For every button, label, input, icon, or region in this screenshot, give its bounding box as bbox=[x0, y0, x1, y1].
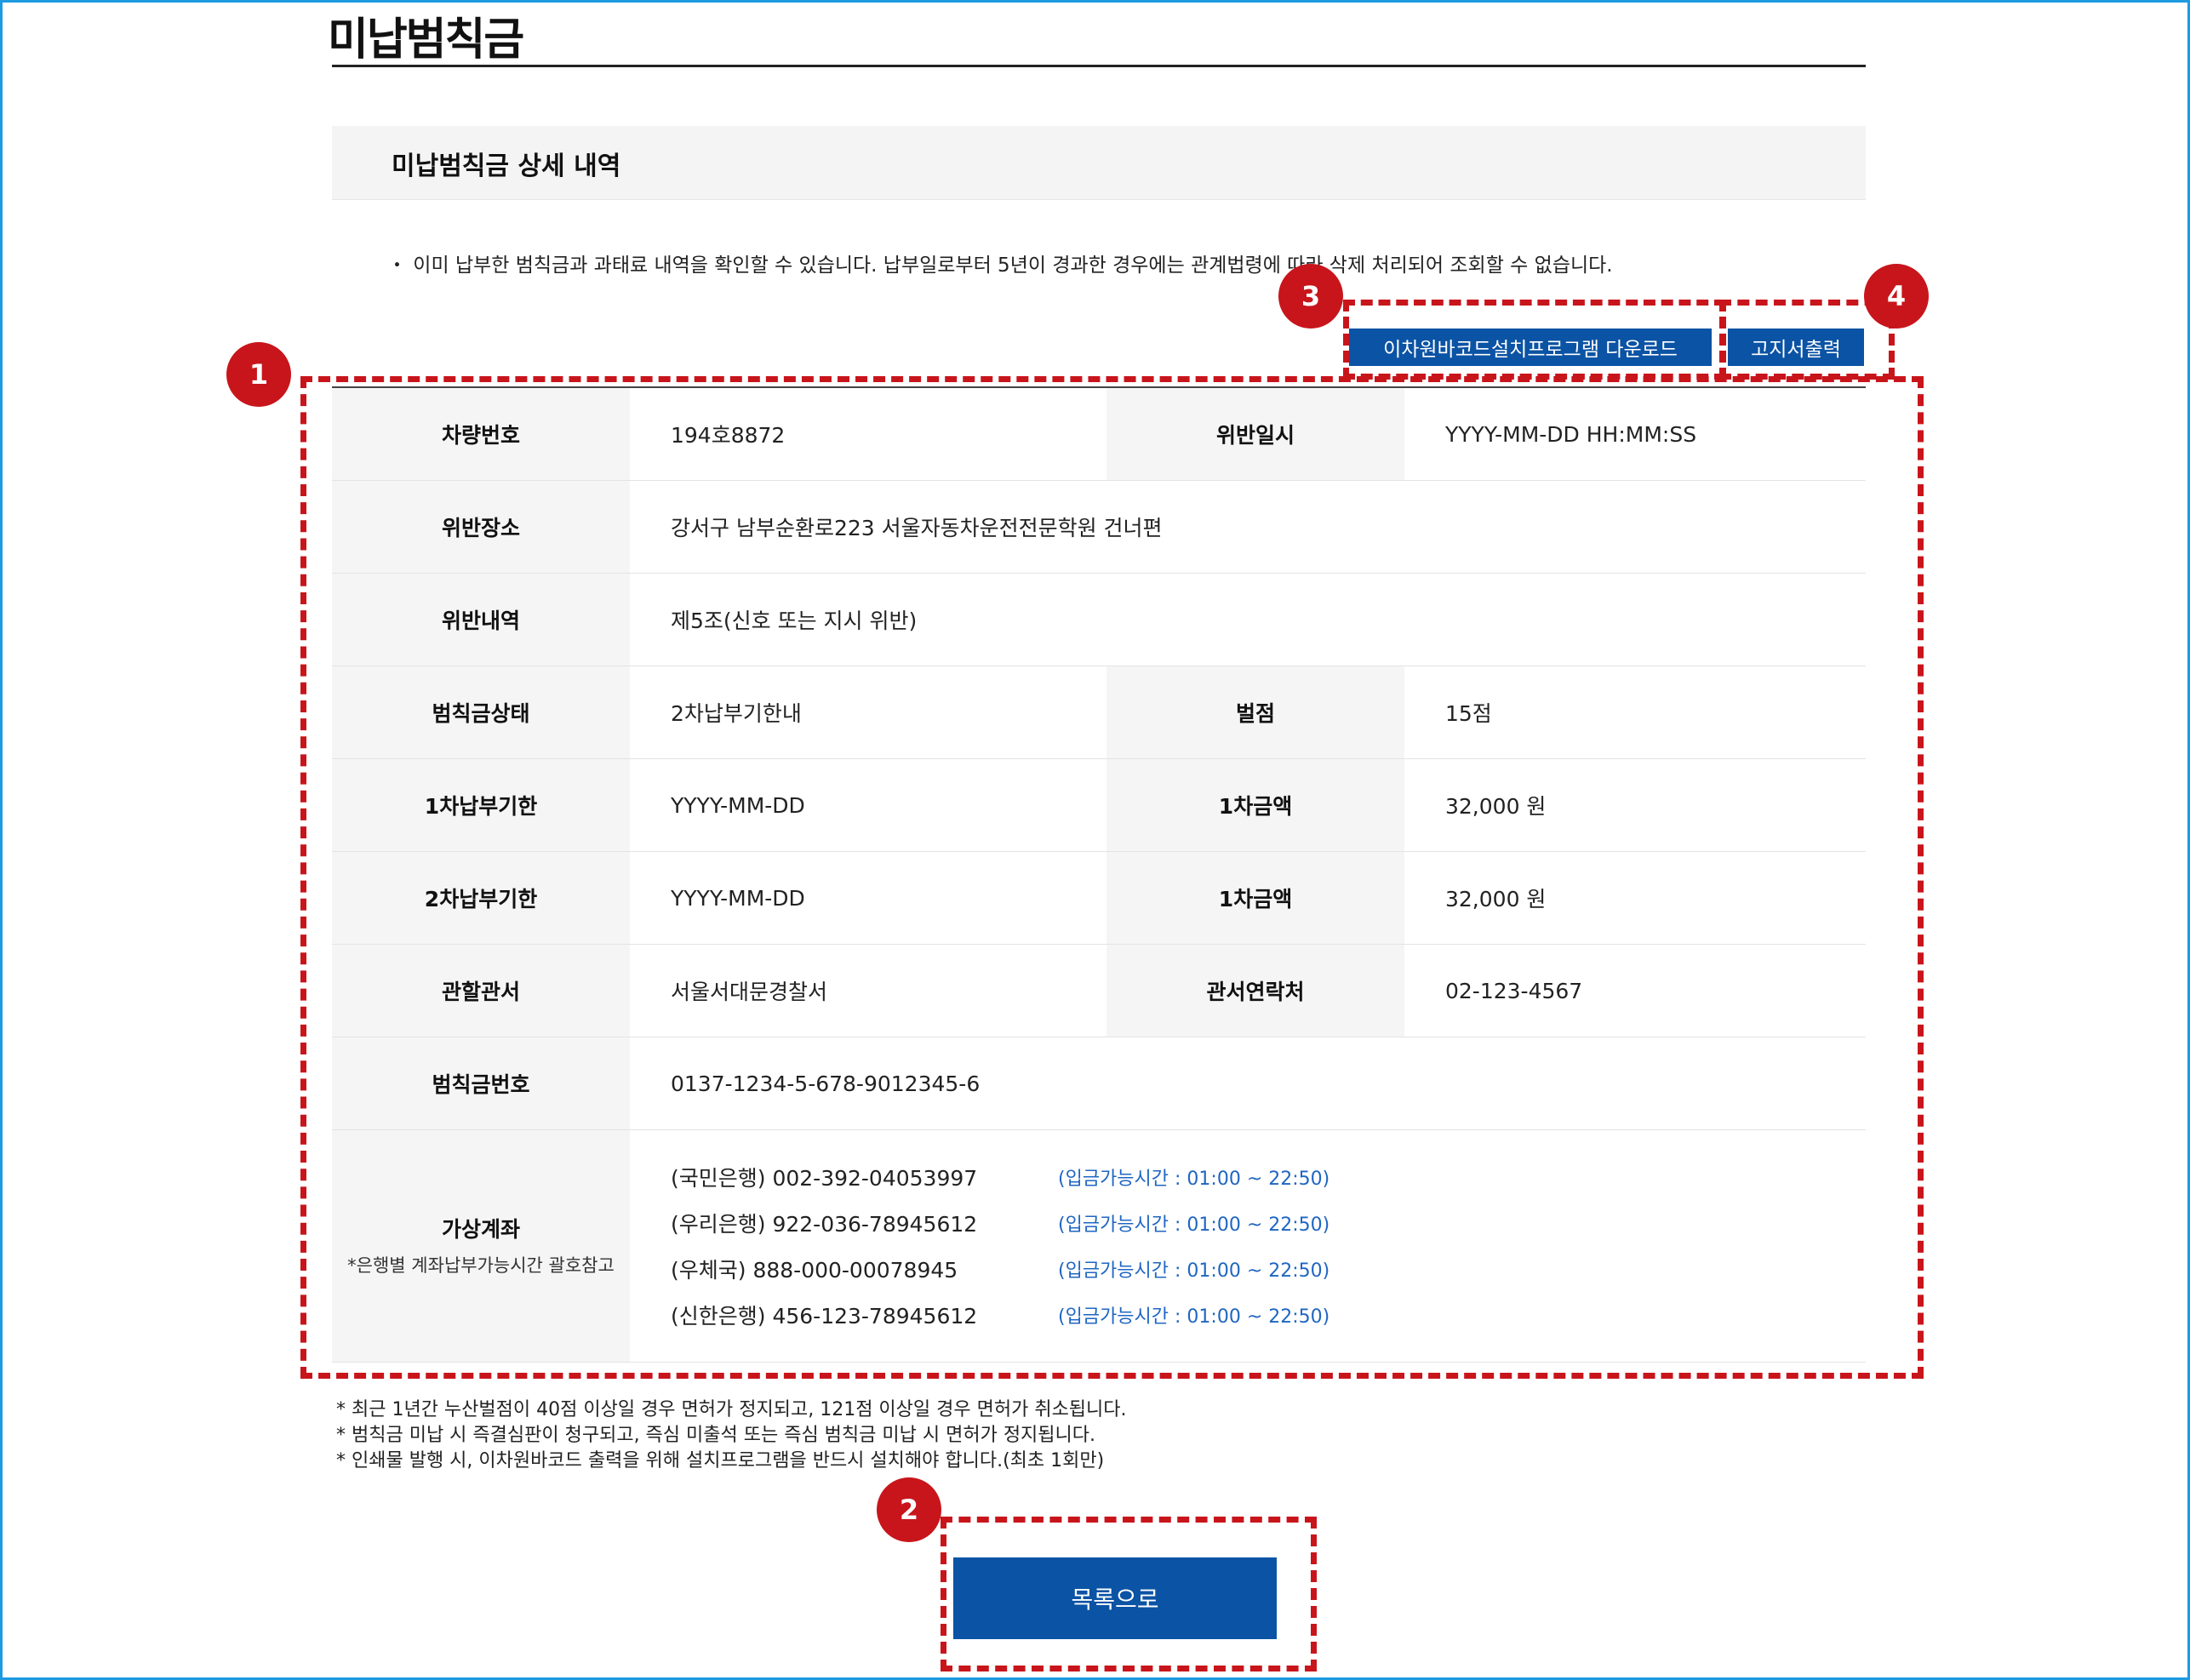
annotation-badge-4: 4 bbox=[1864, 264, 1929, 329]
annotation-badge-3: 3 bbox=[1278, 264, 1343, 329]
annotation-box-2 bbox=[941, 1517, 1317, 1671]
page-title: 미납범칙금 bbox=[328, 14, 524, 66]
section-header: 미납범칙금 상세 내역 bbox=[332, 126, 1866, 200]
notice-text: ・ 이미 납부한 범칙금과 과태료 내역을 확인할 수 있습니다. 납부일로부터… bbox=[387, 254, 1613, 277]
annotation-badge-1: 1 bbox=[226, 342, 291, 407]
footnote-item: * 범칙금 미납 시 즉결심판이 청구되고, 즉심 미출석 또는 즉심 범칙금 … bbox=[336, 1425, 1096, 1446]
annotation-box-1 bbox=[300, 376, 1924, 1379]
section-title: 미납범칙금 상세 내역 bbox=[392, 151, 621, 181]
footnotes: * 최근 1년간 누산벌점이 40점 이상일 경우 면허가 정지되고, 121점… bbox=[336, 1397, 1127, 1474]
footnote-item: * 인쇄물 발행 시, 이차원바코드 출력을 위해 설치프로그램을 반드시 설치… bbox=[336, 1450, 1105, 1471]
title-divider bbox=[332, 65, 1866, 67]
annotation-box-3 bbox=[1343, 300, 1726, 380]
footnote-item: * 최근 1년간 누산벌점이 40점 이상일 경우 면허가 정지되고, 121점… bbox=[336, 1399, 1127, 1420]
annotation-badge-2: 2 bbox=[877, 1477, 941, 1542]
